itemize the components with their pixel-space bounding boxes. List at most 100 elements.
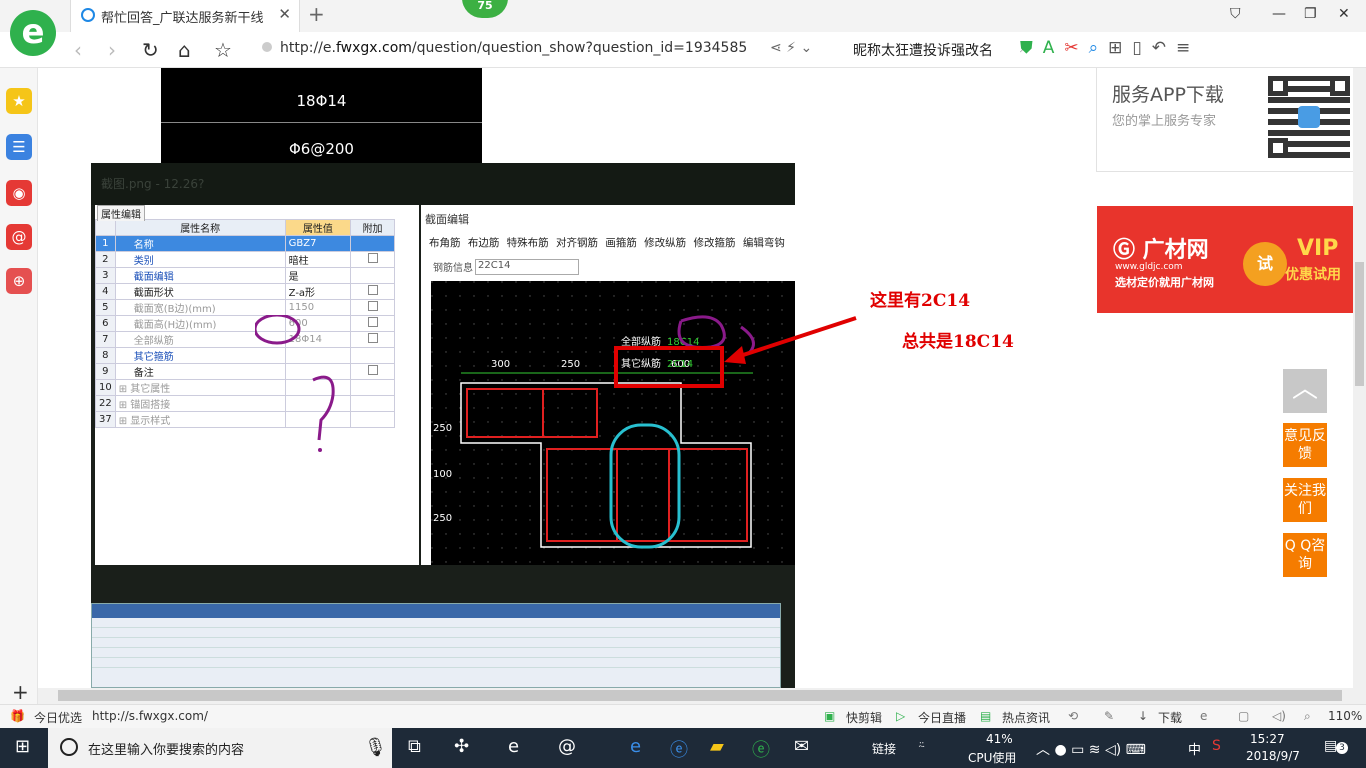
close-window-icon[interactable]: ✕ bbox=[1338, 6, 1350, 22]
ie-taskbar-icon[interactable]: ⓔ bbox=[670, 736, 688, 762]
sogou-icon[interactable]: S bbox=[1212, 738, 1221, 754]
prop-tab[interactable]: 属性编辑 bbox=[97, 205, 145, 221]
back-to-top-icon[interactable]: ︿ bbox=[1283, 369, 1327, 413]
shirt-icon[interactable]: ⛉ bbox=[1230, 6, 1241, 22]
share-icon[interactable]: ⋖ ⚡ ⌄ bbox=[770, 40, 812, 56]
editor-toolbar[interactable]: 布角筋 布边筋 特殊布筋 对齐钢筋 画箍筋 修改纵筋 修改箍筋 编辑弯钩 bbox=[429, 235, 785, 250]
search-suggestion[interactable]: 昵称太狂遭投诉强改名 bbox=[853, 40, 993, 60]
download-icon: ↓ bbox=[1138, 709, 1149, 723]
dim-label: 100 bbox=[433, 469, 452, 480]
extension-icons[interactable]: ⛊A✂⌕⊞▯↶≡ bbox=[1020, 38, 1200, 58]
checkbox[interactable] bbox=[367, 317, 378, 327]
checkbox[interactable] bbox=[367, 285, 378, 295]
table-row[interactable]: 2 类别 暗柱 bbox=[95, 251, 395, 268]
refresh-icon[interactable]: ↻ bbox=[142, 38, 159, 62]
qq-button[interactable]: Q Q咨询 bbox=[1283, 533, 1327, 577]
table-row[interactable]: 10 ⊞ 其它属性 bbox=[95, 379, 395, 396]
restore-icon[interactable]: ❐ bbox=[1304, 6, 1317, 22]
address-bar[interactable]: http://e.fwxgx.com/question/question_sho… bbox=[262, 40, 832, 56]
mail-icon[interactable]: @ bbox=[6, 224, 32, 250]
ie-icon[interactable]: e bbox=[1200, 709, 1207, 723]
question-screenshot[interactable]: 截图.png - 12.26? 属性编辑 属性名称 属性值 附加 1 名称 GBZ7 2… bbox=[91, 163, 795, 688]
table-row[interactable]: 3 截面编辑是 bbox=[95, 267, 395, 284]
table-row[interactable]: 37 ⊞ 显示样式 bbox=[95, 411, 395, 428]
annotation-arrow bbox=[724, 316, 857, 364]
purple-scribble bbox=[255, 315, 335, 452]
window-icon[interactable]: ▢ bbox=[1238, 709, 1249, 723]
close-tab-icon[interactable]: ✕ bbox=[278, 5, 291, 23]
checkbox[interactable] bbox=[367, 365, 378, 375]
task-view-icon[interactable]: ⧉ bbox=[408, 736, 421, 757]
people-icon[interactable]: ⍨ bbox=[918, 738, 925, 753]
rebar-info: 钢筋信息 22C14 bbox=[429, 259, 579, 275]
ime-indicator[interactable]: 中 bbox=[1188, 739, 1201, 758]
feedback-button[interactable]: 意见反馈 bbox=[1283, 423, 1327, 467]
tray-icons[interactable]: ︿ ● ▭ ≋ ◁) ⌨ bbox=[1036, 739, 1146, 759]
add-sidebar-icon[interactable]: + bbox=[12, 680, 29, 704]
swirl-icon[interactable]: @ bbox=[558, 736, 576, 757]
browser-logo-icon[interactable]: e bbox=[10, 10, 56, 56]
edge-icon[interactable]: e bbox=[508, 736, 519, 757]
checkbox[interactable] bbox=[367, 301, 378, 311]
table-row[interactable]: 8 其它箍筋 bbox=[95, 347, 395, 364]
speed-icon[interactable]: ⟲ bbox=[1068, 709, 1078, 723]
home-icon[interactable]: ⌂ bbox=[178, 38, 191, 62]
tab-title: 帮忙回答_广联达服务新干线 bbox=[101, 11, 264, 26]
header-value: 属性值 bbox=[284, 219, 352, 236]
notification-count: 3 bbox=[1336, 742, 1348, 754]
clock-time[interactable]: 15:27 bbox=[1250, 732, 1285, 746]
back-icon[interactable]: ‹ bbox=[74, 38, 82, 62]
url-path: /question/question_show?question_id=1934… bbox=[411, 40, 748, 56]
status-item[interactable]: 热点资讯 bbox=[1002, 709, 1050, 726]
ad-vip: VIP bbox=[1297, 236, 1339, 261]
status-item[interactable]: 下载 bbox=[1158, 709, 1182, 726]
checkbox[interactable] bbox=[367, 253, 378, 263]
weibo-icon[interactable]: ◉ bbox=[6, 180, 32, 206]
microphone-icon[interactable]: 🎙 bbox=[364, 737, 387, 758]
app-title[interactable]: 服务APP下载 bbox=[1112, 80, 1224, 107]
folder-icon[interactable]: ▰ bbox=[710, 736, 724, 757]
star-icon[interactable]: ☆ bbox=[214, 38, 232, 62]
forward-icon[interactable]: › bbox=[108, 38, 116, 62]
browser-taskbar-icon[interactable]: ⓔ bbox=[752, 736, 770, 762]
table-row[interactable]: 4 截面形状 Z-a形 bbox=[95, 283, 395, 300]
favorites-icon[interactable]: ★ bbox=[6, 88, 32, 114]
ad-banner[interactable]: Ⓖ 广材网 www.gldjc.com 选材定价就用广材网 试 VIP 优惠试用 bbox=[1097, 206, 1353, 313]
sound-icon[interactable]: ◁) bbox=[1272, 709, 1286, 723]
new-tab-icon[interactable]: + bbox=[308, 2, 325, 26]
checkbox[interactable] bbox=[367, 333, 378, 343]
ad-try-badge[interactable]: 试 bbox=[1243, 242, 1287, 286]
table-row[interactable]: 9 备注 bbox=[95, 363, 395, 380]
table-row[interactable]: 22 ⊞ 锚固搭接 bbox=[95, 395, 395, 412]
header-name: 属性名称 bbox=[114, 219, 286, 236]
windows-start-icon[interactable]: ⊞ bbox=[15, 736, 30, 757]
ad-slogan: 选材定价就用广材网 bbox=[1115, 276, 1214, 289]
table-row[interactable]: 6 截面高(H边)(mm) 600 bbox=[95, 315, 395, 332]
table-row[interactable]: 1 名称 GBZ7 bbox=[95, 235, 395, 252]
status-item[interactable]: 快剪辑 bbox=[846, 709, 882, 726]
vertical-scrollbar[interactable] bbox=[1353, 68, 1366, 704]
mail-taskbar-icon[interactable]: ✉ bbox=[794, 736, 809, 757]
edge-blue-icon[interactable]: e bbox=[630, 736, 641, 757]
zoom-level[interactable]: 110% bbox=[1328, 709, 1362, 723]
dim-label: 300 bbox=[491, 359, 510, 370]
pin-icon[interactable]: ✎ bbox=[1104, 709, 1114, 723]
rebar-info-field[interactable]: 22C14 bbox=[475, 259, 579, 275]
vertical-scroll-thumb[interactable] bbox=[1355, 262, 1364, 386]
game-icon[interactable]: ⊕ bbox=[6, 268, 32, 294]
taskbar-search[interactable]: 在这里输入你要搜索的内容 bbox=[48, 728, 392, 768]
clock-date[interactable]: 2018/9/7 bbox=[1246, 749, 1300, 763]
links-label[interactable]: 链接 bbox=[872, 740, 896, 757]
fan-icon[interactable]: ✣ bbox=[454, 736, 469, 757]
horizontal-scroll-thumb[interactable] bbox=[58, 690, 1342, 701]
status-url: http://s.fwxgx.com/ bbox=[92, 709, 208, 723]
news-icon[interactable]: ☰ bbox=[6, 134, 32, 160]
second-window-screenshot bbox=[91, 603, 781, 688]
table-row[interactable]: 5 截面宽(B边)(mm) 1150 bbox=[95, 299, 395, 316]
status-item[interactable]: 今日直播 bbox=[918, 709, 966, 726]
today-picks[interactable]: 今日优选 bbox=[34, 709, 82, 726]
browser-tab[interactable]: 帮忙回答_广联达服务新干线 ✕ bbox=[70, 0, 300, 32]
table-row[interactable]: 7 全部纵筋 18Φ14 bbox=[95, 331, 395, 348]
minimize-icon[interactable]: — bbox=[1272, 6, 1286, 22]
follow-button[interactable]: 关注我们 bbox=[1283, 478, 1327, 522]
